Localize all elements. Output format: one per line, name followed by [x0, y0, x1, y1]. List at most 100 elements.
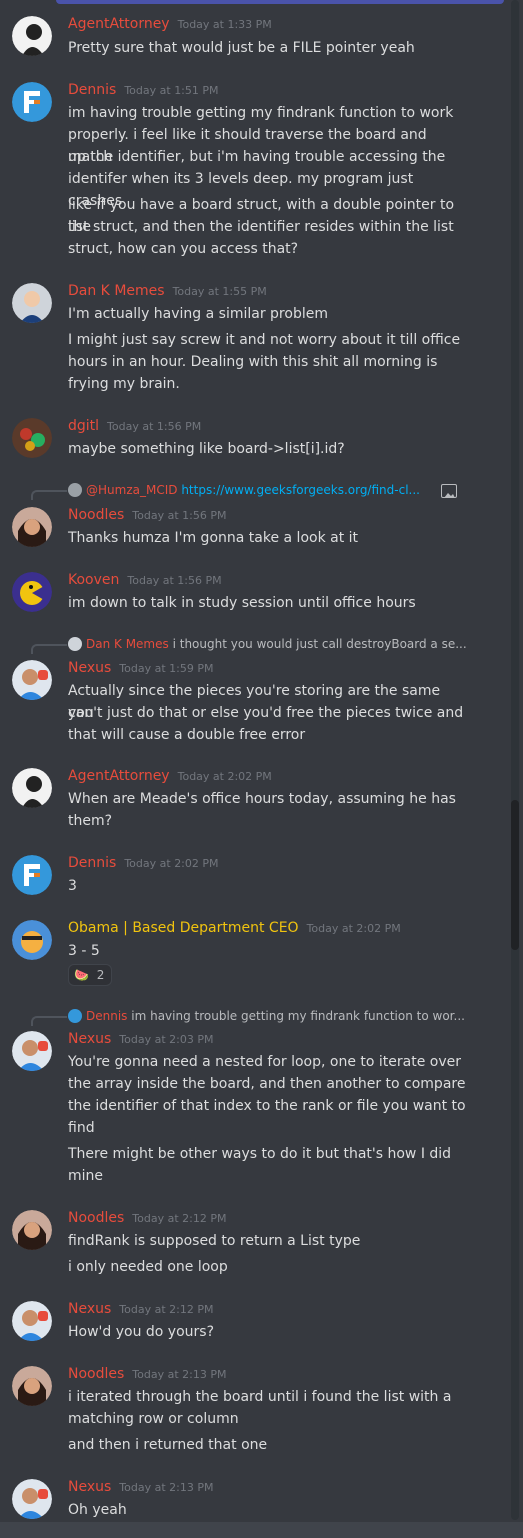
reply-preview[interactable]: Dennis im having trouble getting my find… [68, 1009, 488, 1023]
author-name[interactable]: Nexus [68, 1301, 111, 1317]
timestamp: Today at 2:13 PM [132, 1368, 227, 1381]
avatar-nexus[interactable] [12, 1301, 52, 1341]
timestamp: Today at 2:03 PM [119, 1033, 214, 1046]
avatar-obama[interactable] [12, 920, 52, 960]
author-name[interactable]: Noodles [68, 1210, 124, 1226]
message-text: struct, how can you access that? [68, 241, 299, 257]
message-text: hours in an hour. Dealing with this shit… [68, 354, 438, 370]
author-line: Dennis Today at 1:51 PM [68, 82, 219, 98]
message-text: and then i returned that one [68, 1437, 268, 1453]
message-text: can't just do that or else you'd free th… [68, 705, 464, 721]
message-text: matching row or column [68, 1411, 239, 1427]
timestamp: Today at 1:33 PM [177, 18, 272, 31]
message-text: I might just say screw it and not worry … [68, 332, 461, 348]
author-line: Dan K Memes Today at 1:55 PM [68, 283, 267, 299]
reply-spine [31, 1016, 67, 1026]
reply-author: @Humza_MCID [86, 483, 178, 497]
author-name[interactable]: Kooven [68, 572, 119, 588]
message-text: Thanks humza I'm gonna take a look at it [68, 530, 359, 546]
author-line: Noodles Today at 2:13 PM [68, 1366, 226, 1382]
message-text: them? [68, 813, 113, 829]
image-icon [441, 484, 457, 498]
message-text: Pretty sure that would just be a FILE po… [68, 40, 415, 56]
author-line: AgentAttorney Today at 2:02 PM [68, 768, 272, 784]
avatar-dennis[interactable] [12, 855, 52, 895]
avatar-kooven[interactable] [12, 572, 52, 612]
message-text: im down to talk in study session until o… [68, 595, 416, 611]
author-line: Obama | Based Department CEO Today at 2:0… [68, 920, 401, 936]
message-composer[interactable] [0, 1522, 523, 1538]
message-text: I'm actually having a similar problem [68, 306, 328, 322]
message-text: mine [68, 1168, 104, 1184]
timestamp: Today at 2:02 PM [124, 857, 219, 870]
avatar-nexus[interactable] [12, 1479, 52, 1519]
author-name[interactable]: Nexus [68, 660, 111, 676]
avatar-agentattorney[interactable] [12, 768, 52, 808]
message-text: 3 - 5 [68, 943, 100, 959]
avatar-noodles[interactable] [12, 1366, 52, 1406]
timestamp: Today at 1:56 PM [107, 420, 202, 433]
reply-link[interactable]: https://www.geeksforgeeks.org/find-cl... [181, 483, 420, 497]
reply-text: i thought you would just call destroyBoa… [172, 637, 467, 651]
author-name[interactable]: Noodles [68, 1366, 124, 1382]
author-line: Nexus Today at 2:12 PM [68, 1301, 213, 1317]
author-line: Noodles Today at 2:12 PM [68, 1210, 226, 1226]
timestamp: Today at 2:13 PM [119, 1481, 214, 1494]
avatar-dgitl[interactable] [12, 418, 52, 458]
author-name[interactable]: Dan K Memes [68, 283, 165, 299]
author-name[interactable]: AgentAttorney [68, 768, 170, 784]
author-name[interactable]: dgitl [68, 418, 99, 434]
avatar-noodles[interactable] [12, 507, 52, 547]
timestamp: Today at 1:56 PM [127, 574, 222, 587]
scrollbar-track[interactable] [511, 0, 519, 1520]
author-name[interactable]: Nexus [68, 1031, 111, 1047]
timestamp: Today at 2:12 PM [132, 1212, 227, 1225]
avatar-agentattorney[interactable] [12, 16, 52, 56]
reply-text: im having trouble getting my findrank fu… [131, 1009, 465, 1023]
message-text: Oh yeah [68, 1502, 127, 1518]
message-text: i iterated through the board until i fou… [68, 1389, 452, 1405]
reply-preview[interactable]: @Humza_MCID https://www.geeksforgeeks.or… [68, 483, 488, 497]
reaction-button[interactable]: 🍉 2 [68, 964, 112, 986]
reply-avatar-icon [68, 483, 82, 497]
message-text: im having trouble getting my findrank fu… [68, 105, 454, 121]
message-text: list struct, and then the identifier res… [68, 219, 454, 235]
avatar-dan-k-memes[interactable] [12, 283, 52, 323]
message-text: the identifier of that index to the rank… [68, 1098, 466, 1114]
reply-spine [31, 490, 67, 500]
reply-author: Dennis [86, 1009, 128, 1023]
message-text: When are Meade's office hours today, ass… [68, 791, 456, 807]
message-text: that will cause a double free error [68, 727, 306, 743]
timestamp: Today at 2:12 PM [119, 1303, 214, 1316]
author-name[interactable]: Dennis [68, 855, 116, 871]
reaction-count: 2 [96, 968, 105, 982]
message-text: How'd you do yours? [68, 1324, 215, 1340]
watermelon-icon: 🍉 [74, 968, 89, 982]
message-text: maybe something like board->list[i].id? [68, 441, 345, 457]
author-name[interactable]: AgentAttorney [68, 16, 170, 32]
avatar-dennis[interactable] [12, 82, 52, 122]
reply-avatar-icon [68, 1009, 82, 1023]
timestamp: Today at 1:51 PM [124, 84, 219, 97]
author-name[interactable]: Nexus [68, 1479, 111, 1495]
avatar-nexus[interactable] [12, 1031, 52, 1071]
avatar-nexus[interactable] [12, 660, 52, 700]
scrollbar-thumb[interactable] [511, 800, 519, 950]
timestamp: Today at 1:55 PM [172, 285, 267, 298]
message: AgentAttorney Today at 1:33 PM Pretty sur… [0, 0, 505, 70]
timestamp: Today at 1:59 PM [119, 662, 214, 675]
reply-author: Dan K Memes [86, 637, 169, 651]
author-name[interactable]: Dennis [68, 82, 116, 98]
author-line: Nexus Today at 1:59 PM [68, 660, 213, 676]
reply-avatar-icon [68, 637, 82, 651]
avatar-noodles[interactable] [12, 1210, 52, 1250]
author-line: Nexus Today at 2:03 PM [68, 1031, 213, 1047]
message-text: up the identifier, but i'm having troubl… [68, 149, 446, 165]
reply-preview[interactable]: Dan K Memes i thought you would just cal… [68, 637, 488, 651]
author-name[interactable]: Noodles [68, 507, 124, 523]
author-name[interactable]: Obama | Based Department CEO [68, 920, 299, 936]
message-text: frying my brain. [68, 376, 180, 392]
timestamp: Today at 2:02 PM [306, 922, 401, 935]
author-line: Dennis Today at 2:02 PM [68, 855, 219, 871]
message-text: You're gonna need a nested for loop, one… [68, 1054, 462, 1070]
